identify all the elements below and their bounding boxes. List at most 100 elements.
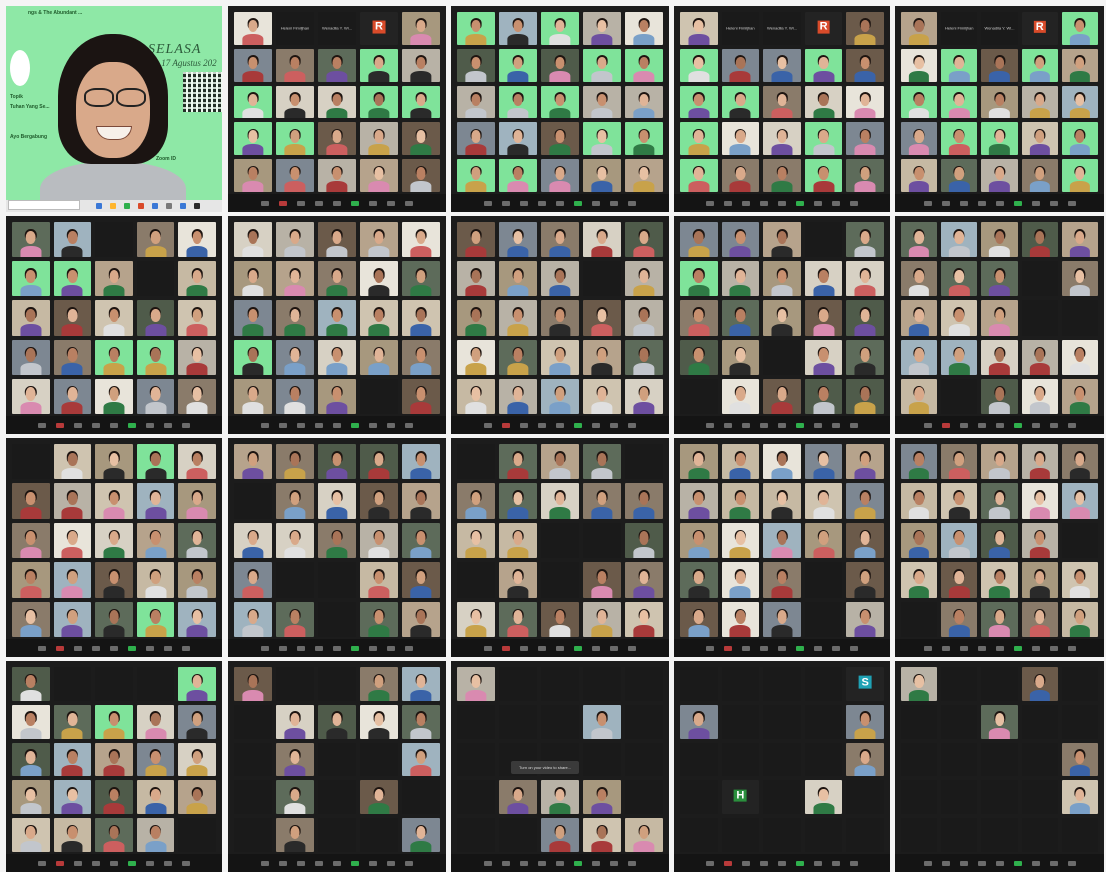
participant-tile[interactable] (360, 601, 398, 637)
record-icon[interactable] (146, 645, 154, 651)
participant-tile[interactable] (402, 261, 440, 297)
participants-icon[interactable] (315, 645, 323, 651)
participant-tile[interactable] (12, 601, 50, 637)
participant-tile[interactable] (541, 601, 579, 637)
participant-tile[interactable] (276, 339, 314, 375)
participant-tile[interactable] (53, 483, 92, 519)
participant-tile[interactable] (721, 300, 760, 336)
participant-tile[interactable] (95, 222, 133, 258)
participant-tile[interactable] (234, 48, 272, 82)
video-icon[interactable] (724, 645, 732, 651)
mute-icon[interactable] (923, 645, 932, 651)
participant-tile[interactable]: Heleni Fimiljhan (941, 12, 978, 45)
participant-tile[interactable] (901, 12, 938, 45)
video-icon[interactable] (279, 860, 287, 866)
participant-tile[interactable] (846, 780, 884, 815)
participant-tile[interactable] (318, 562, 356, 598)
reactions-icon[interactable] (1049, 422, 1058, 428)
more-icon[interactable] (405, 422, 413, 428)
participant-tile[interactable] (457, 818, 495, 852)
participant-tile[interactable] (318, 818, 356, 852)
participant-tile[interactable] (1061, 85, 1098, 119)
chat-icon[interactable] (556, 645, 564, 651)
participant-tile[interactable] (1021, 48, 1058, 82)
taskbar-app-icon[interactable] (124, 203, 130, 209)
participant-tile[interactable] (941, 742, 978, 777)
participant-tile[interactable] (846, 85, 884, 119)
participant-tile[interactable] (763, 444, 801, 480)
share-screen-icon[interactable] (351, 860, 359, 866)
mute-icon[interactable] (706, 422, 714, 428)
share-screen-icon[interactable] (796, 645, 804, 651)
participant-tile[interactable] (583, 378, 621, 414)
participant-tile[interactable] (981, 85, 1018, 119)
participant-tile[interactable] (53, 378, 92, 414)
participant-tile[interactable] (901, 48, 938, 82)
participants-icon[interactable] (760, 422, 768, 428)
participant-tile[interactable] (457, 159, 495, 192)
participant-tile[interactable] (234, 222, 272, 258)
participant-tile[interactable] (234, 483, 272, 519)
participant-tile[interactable] (499, 667, 537, 701)
record-icon[interactable] (592, 860, 600, 866)
participant-tile[interactable] (625, 222, 663, 258)
participant-tile[interactable] (1061, 122, 1098, 156)
participant-tile[interactable] (360, 261, 398, 297)
participant-tile[interactable] (402, 818, 440, 852)
participant-tile[interactable] (721, 85, 760, 119)
participant-tile[interactable] (499, 378, 537, 414)
participant-tile[interactable] (95, 444, 133, 480)
participant-tile[interactable] (360, 704, 398, 739)
participant-tile[interactable] (136, 261, 175, 297)
participant-tile[interactable] (136, 378, 175, 414)
security-icon[interactable] (297, 422, 305, 428)
security-icon[interactable] (297, 860, 305, 866)
participant-tile[interactable] (95, 704, 133, 739)
participant-tile[interactable] (276, 601, 314, 637)
participant-tile[interactable] (360, 300, 398, 336)
participant-tile[interactable] (901, 339, 938, 375)
participant-tile[interactable] (276, 222, 314, 258)
participant-tile[interactable] (680, 222, 718, 258)
participant-tile[interactable] (981, 222, 1018, 258)
mute-icon[interactable] (38, 860, 46, 866)
record-icon[interactable] (146, 422, 154, 428)
share-screen-icon[interactable] (574, 645, 582, 651)
participant-tile[interactable] (846, 483, 884, 519)
participant-tile[interactable] (1021, 339, 1058, 375)
participant-tile[interactable] (360, 818, 398, 852)
participant-tile[interactable] (1021, 522, 1058, 559)
participant-tile[interactable] (1061, 780, 1098, 815)
participant-tile[interactable] (583, 261, 621, 297)
more-icon[interactable] (405, 645, 413, 651)
participant-tile[interactable] (318, 85, 356, 119)
participant-tile[interactable] (901, 378, 938, 414)
participant-tile[interactable] (12, 300, 50, 336)
participant-tile[interactable] (360, 222, 398, 258)
participant-tile[interactable] (12, 222, 50, 258)
participant-tile[interactable] (457, 704, 495, 739)
participant-tile[interactable] (680, 12, 718, 45)
mute-icon[interactable] (484, 422, 492, 428)
share-screen-icon[interactable] (351, 422, 359, 428)
participant-tile[interactable] (1021, 667, 1058, 701)
more-icon[interactable] (1067, 860, 1076, 866)
participant-tile[interactable] (846, 222, 884, 258)
more-icon[interactable] (628, 200, 636, 206)
participant-tile[interactable] (457, 122, 495, 156)
participant-tile[interactable] (941, 704, 978, 739)
security-icon[interactable] (742, 860, 750, 866)
participant-tile[interactable] (499, 704, 537, 739)
participant-tile[interactable] (1021, 222, 1058, 258)
participants-icon[interactable] (760, 645, 768, 651)
chat-icon[interactable] (995, 645, 1004, 651)
participant-tile[interactable] (402, 339, 440, 375)
participant-tile[interactable] (981, 261, 1018, 297)
participant-tile[interactable] (981, 48, 1018, 82)
participant-tile[interactable] (178, 742, 216, 777)
participant-tile[interactable] (625, 483, 663, 519)
participant-tile[interactable] (360, 85, 398, 119)
participant-tile[interactable] (941, 339, 978, 375)
participant-tile[interactable] (625, 122, 663, 156)
more-icon[interactable] (850, 422, 858, 428)
